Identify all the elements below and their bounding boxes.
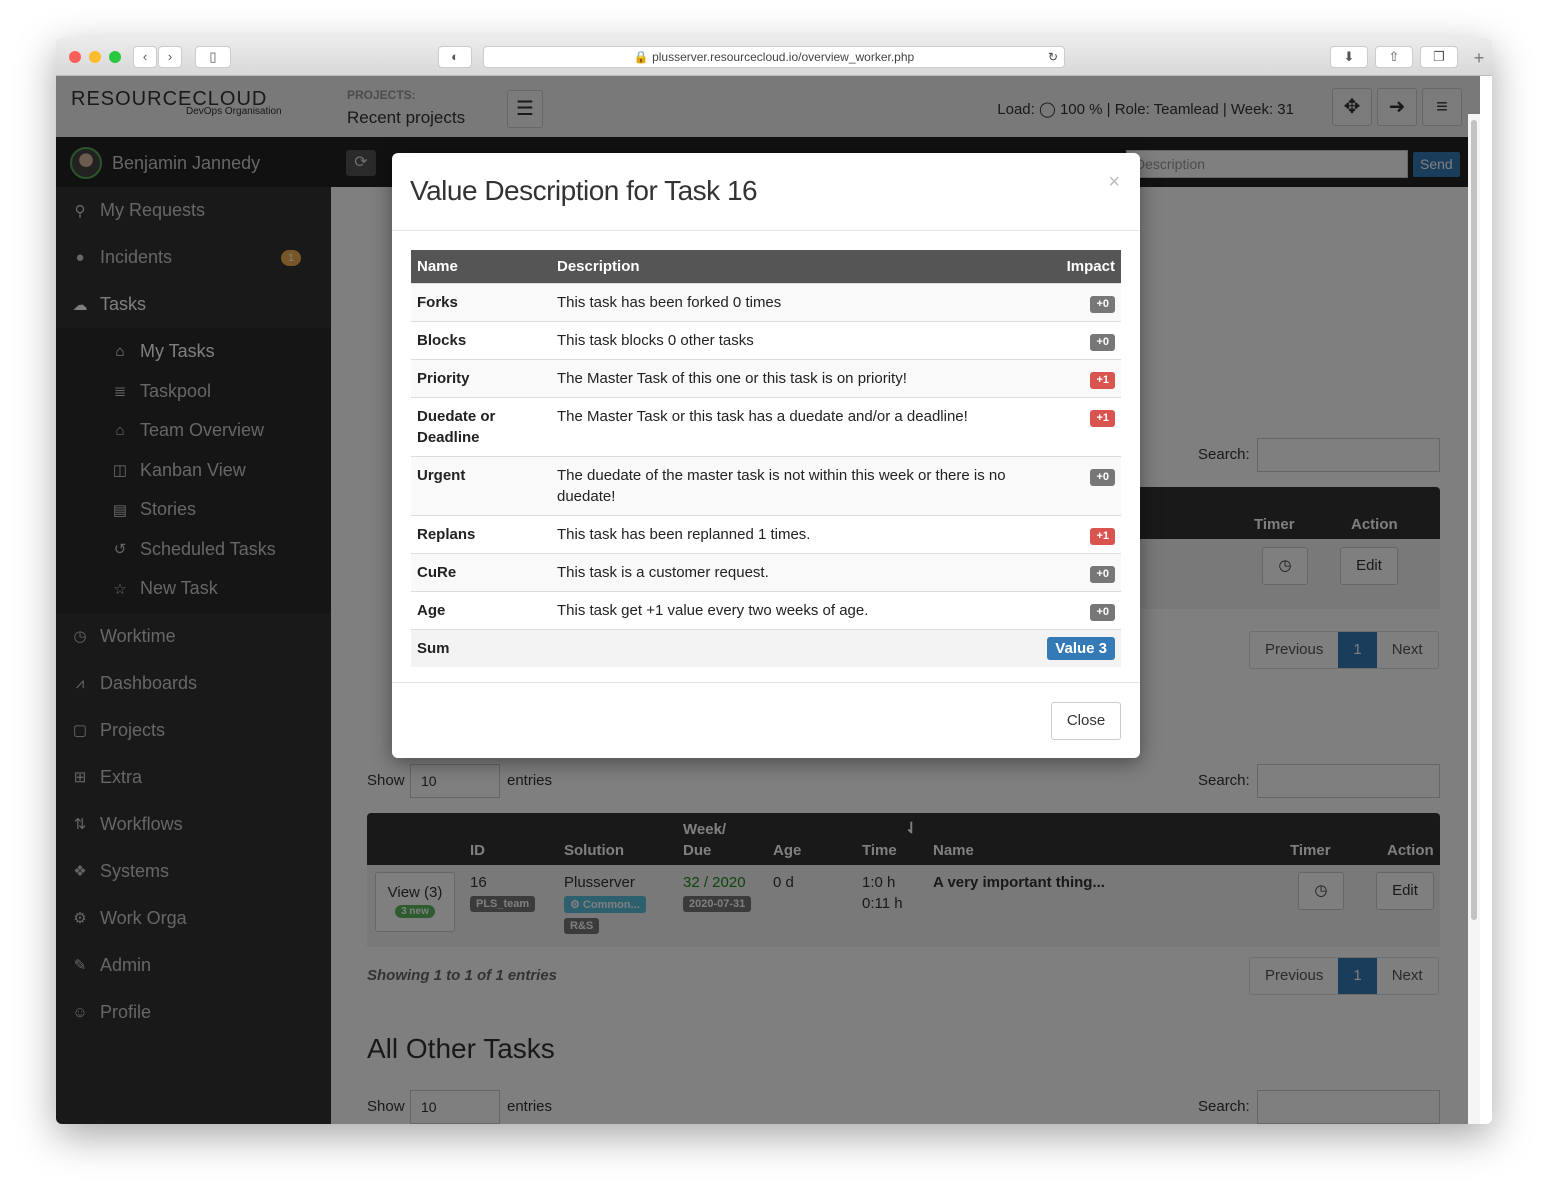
new-tab-icon[interactable]: + xyxy=(1466,48,1492,69)
close-button[interactable]: Close xyxy=(1051,702,1121,740)
impact-cell: +0 xyxy=(1041,283,1121,322)
value-name: Forks xyxy=(411,283,551,322)
value-description: The Master Task or this task has a dueda… xyxy=(551,397,1042,457)
zoom-window-button[interactable] xyxy=(109,51,121,63)
value-row: Blocks This task blocks 0 other tasks +0 xyxy=(411,321,1121,360)
impact-badge: +0 xyxy=(1090,566,1115,583)
value-name: Age xyxy=(411,591,551,630)
browser-toolbar: ‹ › ▯ ◐ 🔒 plusserver.resourcecloud.io/ov… xyxy=(56,38,1492,76)
col-impact: Impact xyxy=(1041,250,1121,284)
value-name: Blocks xyxy=(411,321,551,360)
value-description: This task has been forked 0 times xyxy=(551,283,1042,322)
close-icon[interactable]: × xyxy=(1108,171,1120,194)
impact-cell: +0 xyxy=(1041,456,1121,516)
impact-cell: +0 xyxy=(1041,591,1121,630)
impact-badge: +1 xyxy=(1090,410,1115,427)
value-row: Replans This task has been replanned 1 ti… xyxy=(411,515,1121,554)
reload-icon[interactable]: ↻ xyxy=(1048,47,1058,68)
value-row: Duedate or Deadline The Master Task or th… xyxy=(411,397,1121,457)
table-header: Name Description Impact xyxy=(411,250,1121,284)
value-name: Urgent xyxy=(411,456,551,516)
impact-badge: +0 xyxy=(1090,334,1115,351)
impact-badge: +1 xyxy=(1090,528,1115,545)
impact-badge: +1 xyxy=(1090,372,1115,389)
modal-title: Value Description for Task 16 xyxy=(410,175,758,206)
value-name: CuRe xyxy=(411,553,551,592)
sum-label: Sum xyxy=(411,629,551,667)
forward-icon[interactable]: › xyxy=(158,46,182,68)
impact-cell: +1 xyxy=(1041,515,1121,554)
value-description: This task is a customer request. xyxy=(551,553,1042,592)
tabs-icon[interactable]: ❐ xyxy=(1420,46,1458,68)
sum-cell: Value 3 xyxy=(1041,629,1121,667)
app: RESOURCECLOUD DevOps Organisation PROJEC… xyxy=(56,76,1480,1124)
col-description: Description xyxy=(551,250,1042,284)
impact-badge: +0 xyxy=(1090,296,1115,313)
impact-badge: +0 xyxy=(1090,469,1115,486)
address-bar[interactable]: 🔒 plusserver.resourcecloud.io/overview_w… xyxy=(483,46,1065,68)
back-icon[interactable]: ‹ xyxy=(133,46,157,68)
value-description: This task has been replanned 1 times. xyxy=(551,515,1042,554)
value-table: Name Description Impact Forks This task h… xyxy=(411,250,1121,667)
scrollbar[interactable] xyxy=(1468,114,1480,1124)
value-name: Priority xyxy=(411,359,551,398)
value-description: The duedate of the master task is not wi… xyxy=(551,456,1042,516)
value-description-modal: Value Description for Task 16 × Name Des… xyxy=(392,153,1140,758)
scrollbar-thumb[interactable] xyxy=(1471,120,1477,920)
url-text: plusserver.resourcecloud.io/overview_wor… xyxy=(652,50,915,64)
empty-cell xyxy=(551,629,1042,667)
close-window-button[interactable] xyxy=(69,51,81,63)
impact-cell: +0 xyxy=(1041,553,1121,592)
sum-value-badge: Value 3 xyxy=(1047,637,1115,660)
browser-window: ‹ › ▯ ◐ 🔒 plusserver.resourcecloud.io/ov… xyxy=(56,38,1492,1124)
value-row: CuRe This task is a customer request. +0 xyxy=(411,553,1121,592)
share-icon[interactable]: ⇧ xyxy=(1375,46,1413,68)
impact-cell: +1 xyxy=(1041,359,1121,398)
value-name: Replans xyxy=(411,515,551,554)
minimize-window-button[interactable] xyxy=(89,51,101,63)
shield-icon[interactable]: ◐ xyxy=(438,46,472,68)
value-description: This task get +1 value every two weeks o… xyxy=(551,591,1042,630)
value-description: The Master Task of this one or this task… xyxy=(551,359,1042,398)
col-name: Name xyxy=(411,250,551,284)
sum-row: Sum Value 3 xyxy=(411,629,1121,667)
value-description: This task blocks 0 other tasks xyxy=(551,321,1042,360)
value-row: Urgent The duedate of the master task is … xyxy=(411,456,1121,516)
value-name: Duedate or Deadline xyxy=(411,397,551,457)
impact-badge: +0 xyxy=(1090,604,1115,621)
value-row: Priority The Master Task of this one or t… xyxy=(411,359,1121,398)
impact-cell: +0 xyxy=(1041,321,1121,360)
impact-cell: +1 xyxy=(1041,397,1121,457)
download-icon[interactable]: ⬇ xyxy=(1330,46,1368,68)
value-row: Age This task get +1 value every two week… xyxy=(411,591,1121,630)
sidebar-toggle-icon[interactable]: ▯ xyxy=(195,46,231,68)
modal-footer xyxy=(392,682,1140,683)
value-row: Forks This task has been forked 0 times +0 xyxy=(411,283,1121,322)
modal-header: Value Description for Task 16 × xyxy=(392,153,1140,231)
